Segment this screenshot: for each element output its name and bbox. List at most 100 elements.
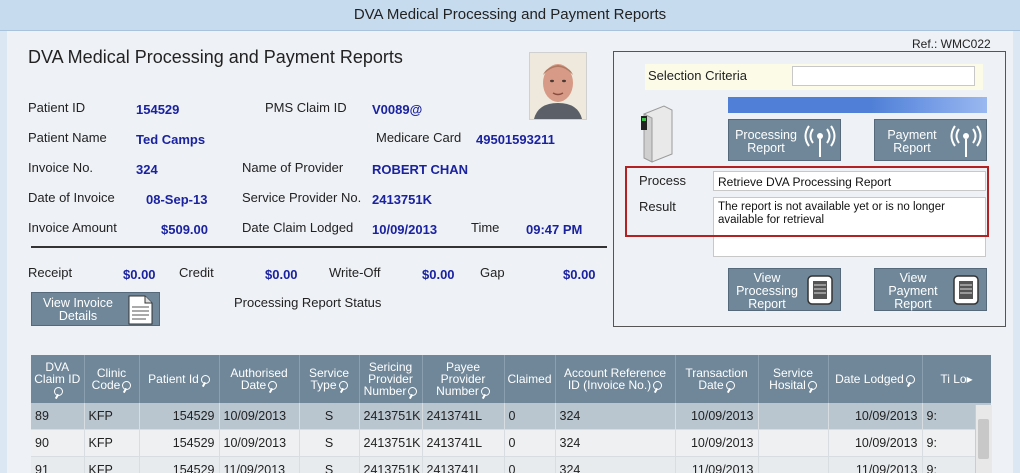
search-icon[interactable]: [725, 381, 735, 391]
date-of-invoice-label: Date of Invoice: [28, 190, 115, 205]
table-cell: 324: [555, 403, 676, 430]
wireless-signal-icon: [950, 125, 982, 157]
provider-name-label: Name of Provider: [242, 160, 344, 175]
progress-bar: [728, 97, 987, 113]
table-cell: 10/09/2013: [675, 429, 759, 457]
patient-name-value: Ted Camps: [136, 132, 206, 147]
credit-value: $0.00: [265, 267, 298, 282]
processing-report-status-label: Processing Report Status: [234, 295, 382, 310]
invoice-amount-label: Invoice Amount: [28, 220, 117, 235]
column-header[interactable]: Payee Provider Number: [422, 355, 505, 403]
search-icon[interactable]: [408, 387, 418, 397]
vertical-scrollbar[interactable]: [975, 405, 992, 473]
table-cell: 10/09/2013: [828, 429, 923, 457]
table-cell: KFP: [84, 429, 140, 457]
column-header[interactable]: Claimed: [504, 355, 556, 403]
provider-name-value: ROBERT CHAN: [372, 162, 469, 177]
view-processing-report-label: View Processing Report: [736, 271, 798, 311]
invoice-amount-value: $509.00: [161, 222, 208, 237]
table-row[interactable]: 89 KFP 154529 10/09/2013 S 2413751K 2413…: [31, 403, 991, 430]
reference-code: Ref.: WMC022: [912, 37, 991, 51]
search-icon[interactable]: [807, 381, 817, 391]
report-icon: [807, 275, 833, 305]
search-icon[interactable]: [653, 381, 663, 391]
table-cell: 11/09/2013: [828, 456, 923, 473]
column-header[interactable]: Date Lodged: [828, 355, 923, 403]
gap-value: $0.00: [563, 267, 596, 282]
table-cell: S: [299, 456, 360, 473]
table-cell: 154529: [139, 403, 220, 430]
search-icon[interactable]: [53, 387, 63, 397]
table-cell: KFP: [84, 403, 140, 430]
time-label: Time: [471, 220, 500, 235]
table-cell: 0: [504, 429, 556, 457]
table-cell: 2413741L: [422, 403, 505, 430]
column-header[interactable]: Account Reference ID (Invoice No.): [555, 355, 676, 403]
search-icon[interactable]: [122, 381, 132, 391]
table-cell: 154529: [139, 456, 220, 473]
patient-photo: [529, 52, 587, 120]
column-header[interactable]: Ti Lo▸: [922, 355, 991, 403]
search-icon[interactable]: [338, 381, 348, 391]
scroll-right-icon[interactable]: ▸: [967, 372, 973, 386]
writeoff-value: $0.00: [422, 267, 455, 282]
table-cell: [758, 429, 829, 457]
column-header[interactable]: Service Hosital: [758, 355, 829, 403]
table-cell: 324: [555, 429, 676, 457]
payment-report-button[interactable]: Payment Report: [874, 119, 987, 161]
column-header[interactable]: Clinic Code: [84, 355, 140, 403]
selection-criteria-label: Selection Criteria: [648, 68, 747, 83]
payment-report-label: Payment Report: [887, 128, 937, 155]
search-icon[interactable]: [905, 375, 915, 385]
table-cell: 10/09/2013: [675, 403, 759, 430]
table-cell: 10/09/2013: [219, 429, 300, 457]
view-payment-report-button[interactable]: View Payment Report: [874, 268, 987, 311]
column-header[interactable]: Authorised Date: [219, 355, 300, 403]
table-cell: 2413751K: [359, 429, 423, 457]
scrollbar-thumb[interactable]: [978, 419, 989, 459]
page-title: DVA Medical Processing and Payment Repor…: [28, 47, 403, 67]
table-cell: 10/09/2013: [219, 403, 300, 430]
view-processing-report-button[interactable]: View Processing Report: [728, 268, 841, 311]
medicare-card-value: 49501593211: [476, 132, 555, 147]
table-cell: 90: [31, 429, 85, 457]
patient-id-label: Patient ID: [28, 100, 86, 115]
medicare-card-label: Medicare Card: [376, 130, 462, 145]
column-header[interactable]: Transaction Date: [675, 355, 759, 403]
column-header[interactable]: Service Type: [299, 355, 360, 403]
table-cell: KFP: [84, 456, 140, 473]
column-header[interactable]: Patient Id: [139, 355, 220, 403]
window-title: DVA Medical Processing and Payment Repor…: [0, 0, 1020, 31]
processing-report-button[interactable]: Processing Report: [728, 119, 841, 161]
time-value: 09:47 PM: [526, 222, 583, 237]
receipt-value: $0.00: [123, 267, 156, 282]
report-icon: [953, 275, 979, 305]
table-cell: 11/09/2013: [675, 456, 759, 473]
search-icon[interactable]: [480, 387, 490, 397]
table-row[interactable]: 91 KFP 154529 11/09/2013 S 2413751K 2413…: [31, 456, 991, 473]
view-payment-report-label: View Payment Report: [888, 271, 938, 311]
table-cell: 0: [504, 456, 556, 473]
table-cell: 91: [31, 456, 85, 473]
selection-criteria-input[interactable]: [792, 66, 975, 86]
table-cell: [758, 403, 829, 430]
table-cell: 2413741L: [422, 456, 505, 473]
service-provider-no-value: 2413751K: [372, 192, 432, 207]
column-header[interactable]: DVA Claim ID: [31, 355, 85, 403]
receipt-label: Receipt: [28, 265, 73, 280]
pms-claim-id-label: PMS Claim ID: [265, 100, 347, 115]
view-invoice-details-button[interactable]: View Invoice Details: [31, 292, 160, 326]
view-invoice-details-label: View Invoice Details: [43, 296, 113, 323]
document-icon: [128, 295, 153, 325]
date-claim-lodged-label: Date Claim Lodged: [242, 220, 354, 235]
column-header[interactable]: Sericing Provider Number: [359, 355, 423, 403]
table-cell: 2413741L: [422, 429, 505, 457]
table-cell: S: [299, 429, 360, 457]
table-row[interactable]: 90 KFP 154529 10/09/2013 S 2413751K 2413…: [31, 429, 991, 457]
table-cell: 2413751K: [359, 456, 423, 473]
search-icon[interactable]: [200, 375, 210, 385]
search-icon[interactable]: [268, 381, 278, 391]
gap-label: Gap: [480, 265, 505, 280]
table-cell: 2413751K: [359, 403, 423, 430]
date-claim-lodged-value: 10/09/2013: [372, 222, 438, 237]
